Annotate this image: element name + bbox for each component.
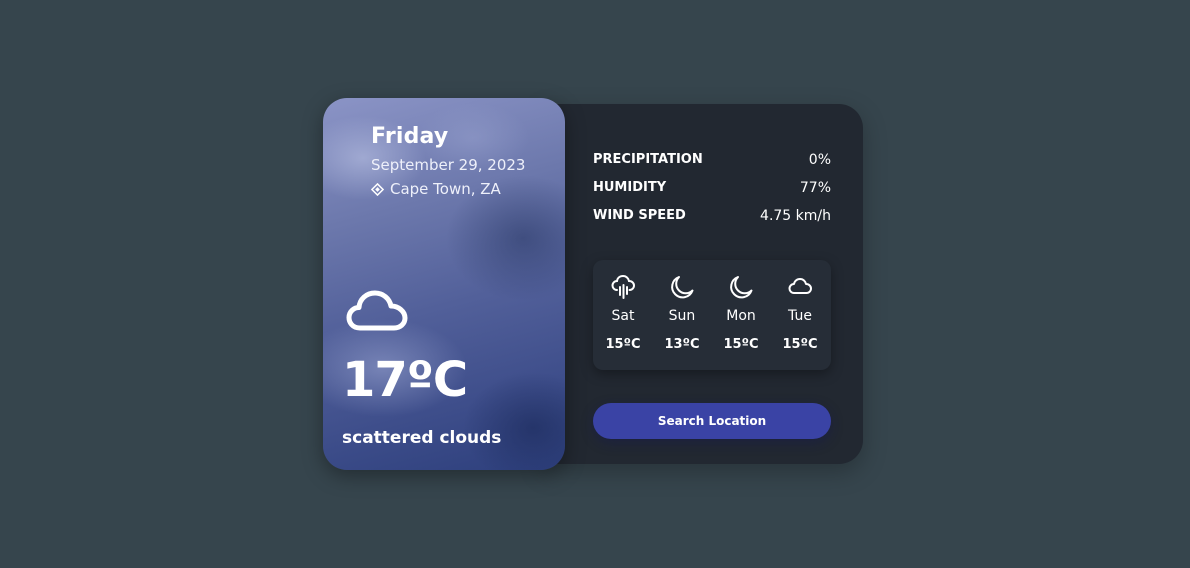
location: Cape Town, ZA [371,180,501,198]
moon-icon [671,276,694,299]
forecast-list: Sat 15ºC Sun 13ºC Mon 15ºC Tue 15ºC [593,260,831,370]
weather-description: scattered clouds [342,428,502,448]
forecast-day-sat: Sat 15ºC [598,260,648,370]
forecast-day-label: Sun [668,308,696,324]
date: September 29, 2023 [371,156,526,174]
stat-humidity: HUMIDITY 77% [593,180,831,196]
forecast-temp: 13ºC [664,337,700,352]
forecast-day-label: Sat [611,308,635,324]
forecast-temp: 15ºC [782,337,818,352]
forecast-day-mon: Mon 15ºC [716,260,766,370]
stat-label: WIND SPEED [593,208,686,223]
today-weather-card: Friday September 29, 2023 Cape Town, ZA … [323,98,565,470]
stat-precipitation: PRECIPITATION 0% [593,152,831,168]
weather-app: Friday September 29, 2023 Cape Town, ZA … [323,98,863,470]
day-name: Friday [371,124,449,149]
location-label: Cape Town, ZA [390,180,501,198]
stat-value: 4.75 km/h [760,208,831,224]
search-location-button[interactable]: Search Location [593,403,831,439]
forecast-day-label: Mon [726,308,756,324]
moon-icon [730,276,753,299]
forecast-day-tue: Tue 15ºC [775,260,825,370]
stat-value: 77% [799,180,831,196]
forecast-temp: 15ºC [723,337,759,352]
forecast-day-sun: Sun 13ºC [657,260,707,370]
stat-value: 0% [808,152,831,168]
stat-wind-speed: WIND SPEED 4.75 km/h [593,208,831,224]
cloud-icon [788,278,812,294]
forecast-day-label: Tue [788,308,812,324]
stat-label: PRECIPITATION [593,152,703,167]
stat-label: HUMIDITY [593,180,667,195]
forecast-temp: 15ºC [605,337,641,352]
cloud-rain-icon [611,274,636,299]
cloud-icon [346,290,408,331]
current-temperature: 17ºC [342,352,468,408]
location-pin-icon [371,182,384,196]
